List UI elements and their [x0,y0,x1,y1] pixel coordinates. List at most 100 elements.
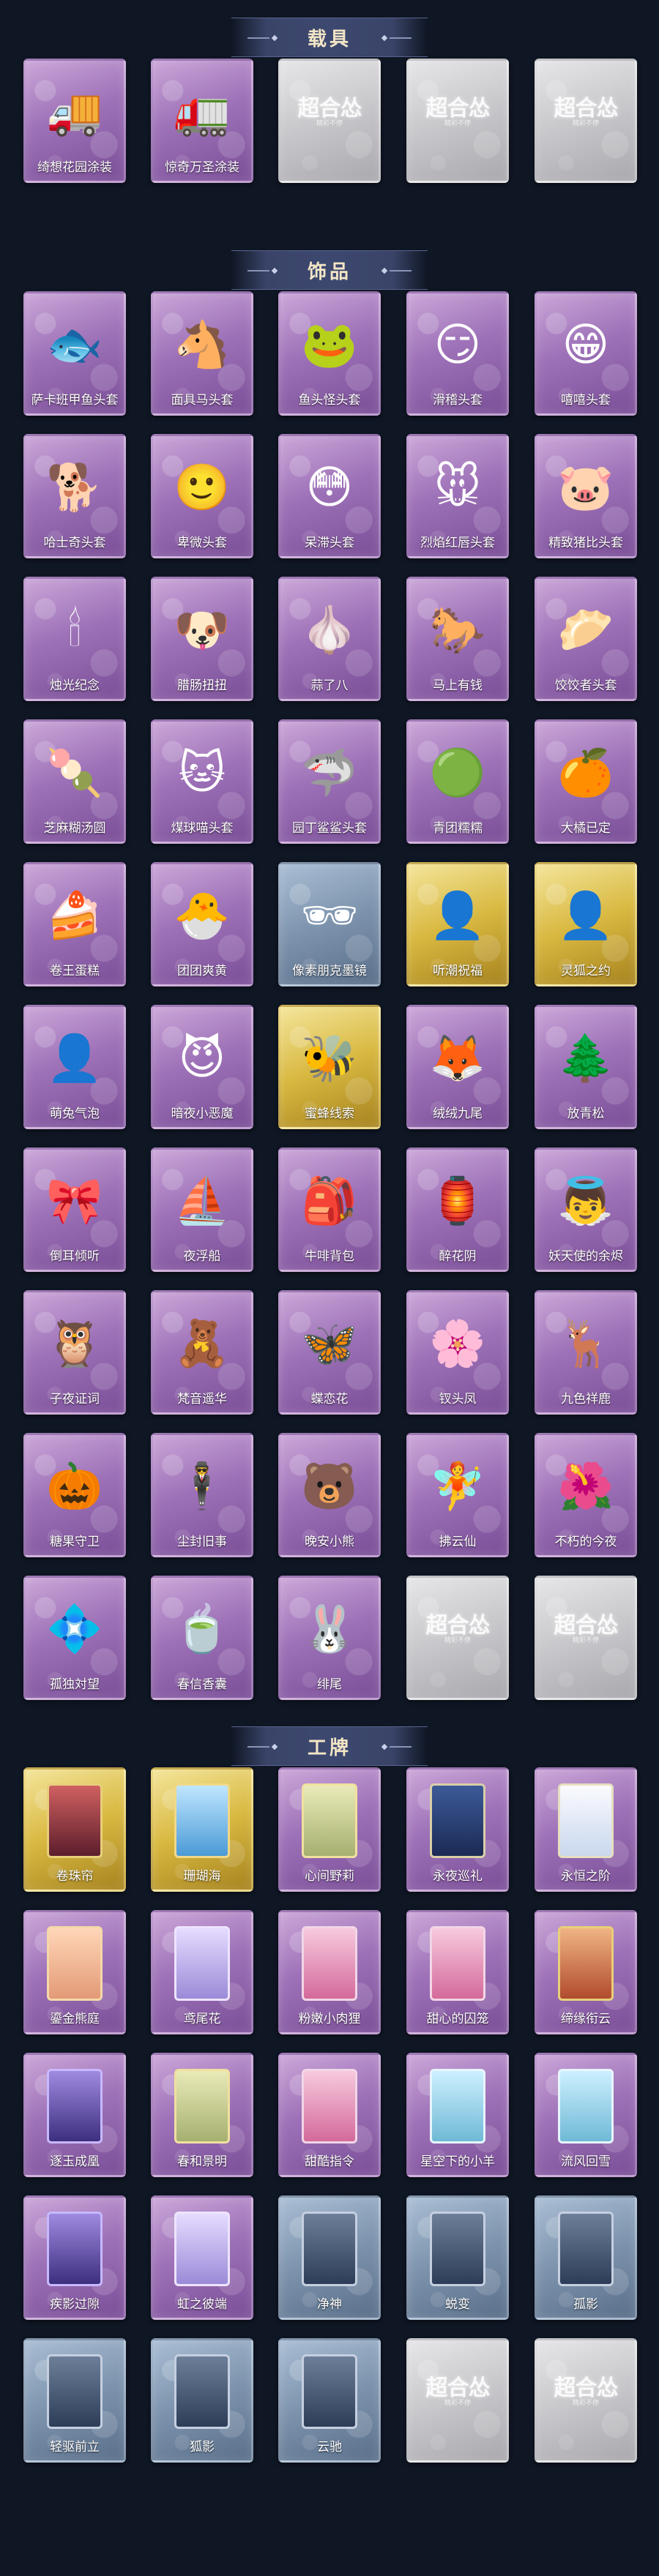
item-card[interactable]: 🕶 像素朋克墨镜 [278,862,381,986]
item-card[interactable]: 🍰 卷王蛋糕 [23,862,126,986]
green-dumpling-icon: 🟢 [429,746,486,799]
item-frame: 🥟 饺饺者头套 [535,577,637,701]
item-card[interactable]: 孤影 [535,2195,637,2320]
item-card[interactable]: 🕴 尘封旧事 [151,1433,253,1557]
item-card[interactable]: 🐕 哈士奇头套 [23,434,126,558]
item-card[interactable]: 🐷 精致猪比头套 [535,434,637,558]
grin-face-icon: 😁 [562,318,610,371]
placeholder-item-card[interactable]: 超合怂 精彩不停 [406,1576,509,1700]
item-card[interactable]: 🏮 醉花阴 [406,1147,509,1272]
item-card[interactable]: 净神 [278,2195,381,2320]
item-card[interactable]: 🚛 惊奇万圣涂装 [151,59,253,183]
item-card[interactable]: 🐻 晚安小熊 [278,1433,381,1557]
item-frame: 🐱 煤球喵头套 [151,719,253,844]
item-card[interactable]: 甜心的囚笼 [406,1910,509,2034]
item-card[interactable]: 🐎 马上有钱 [406,577,509,701]
placeholder-item-card[interactable]: 超合怂 精彩不停 [278,59,381,183]
item-card[interactable]: 🕯 烛光纪念 [23,577,126,701]
item-card[interactable]: 🐭 烈焰红唇头套 [406,434,509,558]
placeholder-item-card[interactable]: 超合怂 精彩不停 [535,1576,637,1700]
item-frame: 超合怂 精彩不停 [406,59,509,183]
item-card[interactable]: 🎃 糖果守卫 [23,1433,126,1557]
item-frame: 😈 暗夜小恶魔 [151,1005,253,1129]
item-card[interactable]: 🐝 蜜蜂线索 [278,1005,381,1129]
item-card[interactable]: 👼 妖天使的余烬 [535,1147,637,1272]
item-card[interactable]: 🐸 鱼头怪头套 [278,291,381,416]
item-label: 卷王蛋糕 [50,964,100,978]
item-card[interactable]: 🧄 蒜了八 [278,577,381,701]
item-card[interactable]: 🐰 绯尾 [278,1576,381,1700]
item-card[interactable]: 🦌 九色祥鹿 [535,1290,637,1415]
header-line-ornament [390,37,412,39]
item-card[interactable]: 🦋 蝶恋花 [278,1290,381,1415]
item-card[interactable]: 🐴 面具马头套 [151,291,253,416]
item-label: 绮想花园涂装 [37,160,112,175]
item-card[interactable]: 虹之彼端 [151,2195,253,2320]
item-card[interactable]: ⛵ 夜浮船 [151,1147,253,1272]
item-card[interactable]: 永夜巡礼 [406,1767,509,1892]
item-card[interactable]: 👤 听潮祝福 [406,862,509,986]
placeholder-item-card[interactable]: 超合怂 精彩不停 [535,2338,637,2463]
item-card[interactable]: 🧚 拂云仙 [406,1433,509,1557]
item-card[interactable]: 🦊 绒绒九尾 [406,1005,509,1129]
item-card[interactable]: 珊瑚海 [151,1767,253,1892]
rice-ball-icon: 🍡 [46,746,103,799]
item-card[interactable]: 🌺 不朽的今夜 [535,1433,637,1557]
item-card[interactable]: 🟢 青团糯糯 [406,719,509,844]
bear-icon: 🐻 [301,1459,358,1513]
item-card[interactable]: 轻驱前立 [23,2338,126,2463]
item-card[interactable]: 鸢尾花 [151,1910,253,2034]
item-card[interactable]: 💠 孤独対望 [23,1576,126,1700]
item-card[interactable]: 卷珠帘 [23,1767,126,1892]
item-card[interactable]: 🎀 倒耳倾听 [23,1147,126,1272]
ear-ornament-icon: 🎀 [46,1174,103,1227]
item-card[interactable]: 流风回雪 [535,2053,637,2177]
item-card[interactable]: 永恒之阶 [535,1767,637,1892]
item-card[interactable]: 👤 灵狐之约 [535,862,637,986]
item-card[interactable]: 逐玉成凰 [23,2053,126,2177]
item-card[interactable]: 🥟 饺饺者头套 [535,577,637,701]
item-card[interactable]: 云驰 [278,2338,381,2463]
item-card[interactable]: 🍊 大橘已定 [535,719,637,844]
item-card[interactable]: 🦉 子夜证词 [23,1290,126,1415]
item-frame: 🎀 倒耳倾听 [23,1147,126,1272]
item-label: 轻驱前立 [50,2440,100,2455]
item-card[interactable]: 😳 呆滞头套 [278,434,381,558]
item-card[interactable]: 🌸 钗头凤 [406,1290,509,1415]
item-card[interactable]: 鎏金熊庭 [23,1910,126,2034]
item-card[interactable]: 粉嫩小肉狸 [278,1910,381,2034]
item-card[interactable]: 🍵 春信香囊 [151,1576,253,1700]
item-frame: 超合怂 精彩不停 [278,59,381,183]
item-card[interactable]: 缔缘衔云 [535,1910,637,2034]
placeholder-item-card[interactable]: 超合怂 精彩不停 [406,2338,509,2463]
item-card[interactable]: 疾影过隙 [23,2195,126,2320]
item-card[interactable]: 春和景明 [151,2053,253,2177]
item-frame: 星空下的小羊 [406,2053,509,2177]
item-card[interactable]: 🌲 放青松 [535,1005,637,1129]
item-card[interactable]: 甜酷指令 [278,2053,381,2177]
placeholder-item-card[interactable]: 超合怂 精彩不停 [406,59,509,183]
item-card[interactable]: 🐣 团团爽黄 [151,862,253,986]
item-frame: 🌺 不朽的今夜 [535,1433,637,1557]
item-card[interactable]: 😈 暗夜小恶魔 [151,1005,253,1129]
item-card[interactable]: 🚚 绮想花园涂装 [23,59,126,183]
item-label: 糖果守卫 [50,1535,100,1549]
item-card[interactable]: 🙂 卑微头套 [151,434,253,558]
item-card[interactable]: 😏 滑稽头套 [406,291,509,416]
placeholder-item-card[interactable]: 超合怂 精彩不停 [535,59,637,183]
header-diamond-ornament [381,267,388,274]
item-card[interactable]: 🍡 芝麻糊汤圆 [23,719,126,844]
item-card[interactable]: 🦈 园丁鲨鲨头套 [278,719,381,844]
item-card[interactable]: 狐影 [151,2338,253,2463]
item-card[interactable]: 🧸 梵音遥华 [151,1290,253,1415]
item-card[interactable]: 心间野莉 [278,1767,381,1892]
item-frame: 轻驱前立 [23,2338,126,2463]
item-card[interactable]: 🎒 牛啡背包 [278,1147,381,1272]
item-card[interactable]: 😁 嘻嘻头套 [535,291,637,416]
item-card[interactable]: 蜕变 [406,2195,509,2320]
item-card[interactable]: 🐶 腊肠扭扭 [151,577,253,701]
item-card[interactable]: 🐟 萨卡班甲鱼头套 [23,291,126,416]
item-card[interactable]: 星空下的小羊 [406,2053,509,2177]
item-card[interactable]: 🐱 煤球喵头套 [151,719,253,844]
item-card[interactable]: 👤 萌兔气泡 [23,1005,126,1129]
